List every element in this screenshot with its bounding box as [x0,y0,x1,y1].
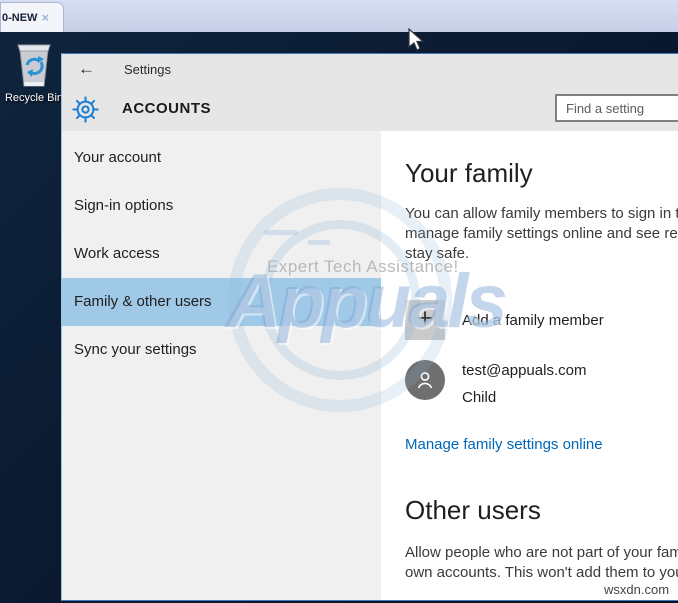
plus-icon: + [405,300,445,340]
sidebar-item-family-other-users[interactable]: Family & other users [62,278,381,326]
browser-tab-title: 0-NEW [2,11,38,24]
family-section-description: You can allow family members to sign in … [405,205,678,262]
window-header: ← Settings ACCOUNTS [62,54,678,131]
sidebar-item-sync-your-settings[interactable]: Sync your settings [62,326,381,374]
recycle-bin-shortcut[interactable]: Recycle Bin [2,38,66,104]
add-family-member-button[interactable]: + Add a family member [405,300,678,340]
browser-tab-bar: 0-NEW × [0,0,678,32]
content-pane: Your family You can allow family members… [381,131,678,600]
other-users-description: Allow people who are not part of your fa… [405,544,678,581]
user-avatar-icon [405,360,445,400]
tab-close-icon[interactable]: × [41,11,49,24]
sidebar-item-sign-in-options[interactable]: Sign-in options [62,182,381,230]
sidebar-item-your-account[interactable]: Your account [62,134,381,182]
page-title: ACCOUNTS [122,100,211,117]
window-title: Settings [124,62,171,77]
add-family-member-label: Add a family member [462,311,604,329]
family-section-title: Your family [405,158,533,188]
recycle-bin-icon [17,44,51,87]
accounts-gear-icon [72,96,99,128]
family-member-item[interactable]: test@appuals.com Child [405,360,678,406]
window-body: Your account Sign-in options Work access… [62,131,678,600]
other-users-section-title: Other users [405,495,541,525]
sidebar-item-work-access[interactable]: Work access [62,230,381,278]
member-email: test@appuals.com [462,362,587,379]
member-role: Child [462,389,497,406]
sidebar: Your account Sign-in options Work access… [62,131,381,600]
manage-family-settings-link[interactable]: Manage family settings online [405,436,603,453]
search-input[interactable] [555,94,678,122]
back-button[interactable]: ← [78,59,95,79]
browser-tab[interactable]: 0-NEW × [0,2,64,32]
settings-window: ← Settings ACCOUNTS Your ac [61,53,678,601]
recycle-bin-label: Recycle Bin [4,92,64,104]
screen: 0-NEW × Recycle Bin ← Settings ACCOUNTS … [0,0,678,603]
